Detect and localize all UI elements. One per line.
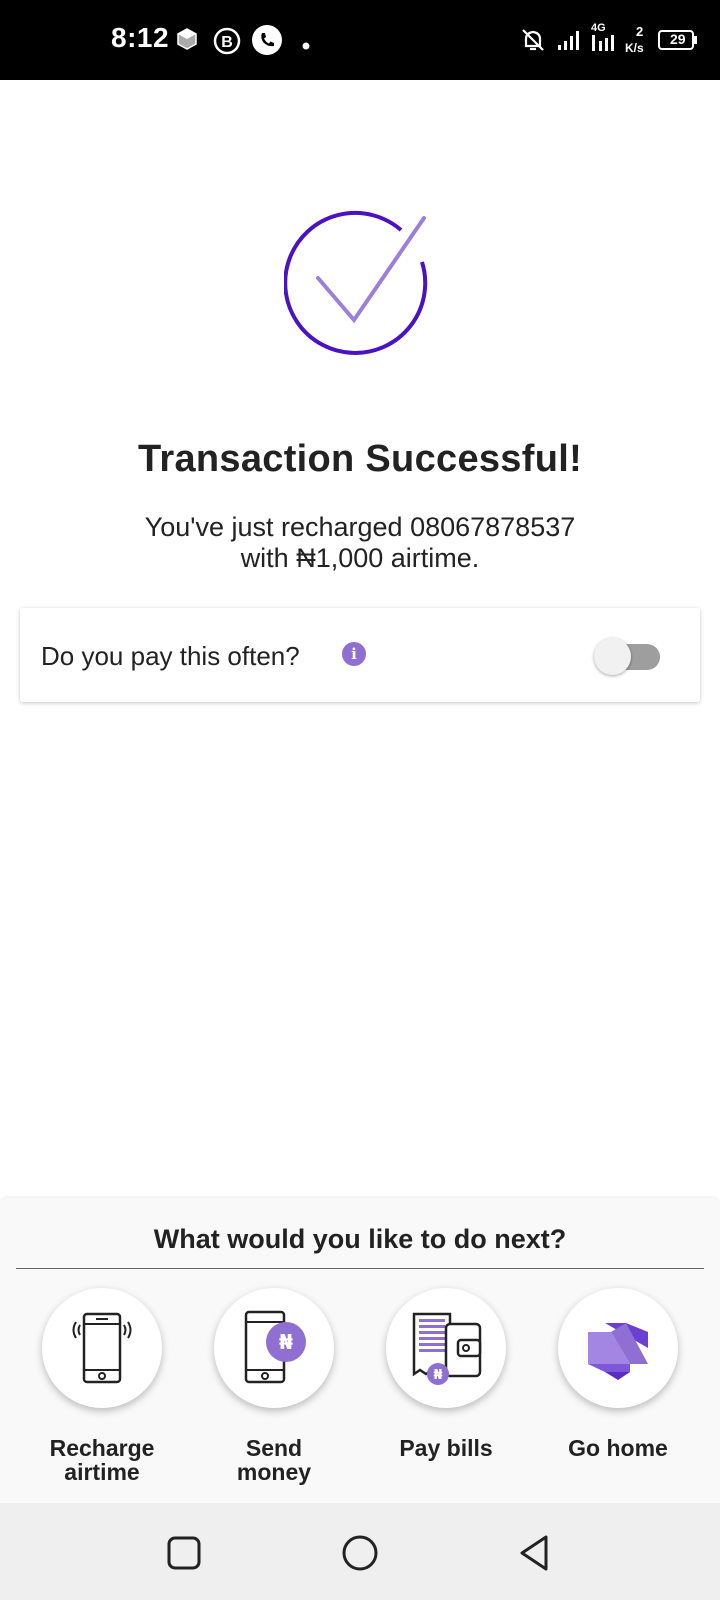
page-title: Transaction Successful!	[137, 438, 583, 480]
square-icon	[167, 1536, 201, 1570]
recurring-label: Do you pay this often?	[41, 641, 300, 671]
signal-bars-icon	[592, 35, 618, 56]
action-circle: ₦	[386, 1288, 506, 1408]
phone-airtime-icon	[72, 1312, 132, 1384]
divider	[16, 1268, 704, 1269]
status-bar: 8:12 B 4G 2 K/s 29	[0, 0, 720, 80]
message-line-1: You've just recharged 08067878537	[144, 512, 576, 542]
check-circle-icon	[283, 204, 436, 356]
signal-bars-icon	[558, 28, 586, 55]
network-type: 4G	[591, 22, 606, 34]
toggle-knob	[594, 638, 631, 675]
phone-call-icon	[251, 24, 283, 61]
info-icon[interactable]: i	[342, 642, 366, 666]
speed-unit: K/s	[625, 41, 644, 55]
recurring-payment-card: Do you pay this often? i	[20, 608, 700, 702]
app-logo-icon	[588, 1316, 648, 1380]
whatsapp-business-icon: B	[212, 26, 242, 61]
svg-text:B: B	[221, 34, 233, 51]
action-label: Send money	[236, 1435, 312, 1485]
svg-text:₦: ₦	[433, 1368, 442, 1383]
circle-icon	[342, 1535, 378, 1571]
battery-level: 29	[670, 31, 686, 47]
next-actions-title: What would you like to do next?	[153, 1224, 567, 1254]
confirmation-message: You've just recharged 08067878537 with ₦…	[0, 512, 720, 574]
home-button[interactable]	[340, 1533, 380, 1573]
back-button[interactable]	[516, 1533, 556, 1573]
action-circle: ₦	[214, 1288, 334, 1408]
mute-bell-icon	[520, 27, 546, 58]
recurring-toggle[interactable]	[594, 638, 660, 675]
notification-dot-icon	[302, 37, 310, 55]
back-triangle-icon	[520, 1535, 548, 1571]
svg-text:₦: ₦	[279, 1330, 293, 1354]
phone-naira-icon: ₦	[244, 1310, 306, 1384]
action-label: Pay bills	[399, 1435, 493, 1461]
recents-button[interactable]	[164, 1533, 204, 1573]
message-line-2: with ₦1,000 airtime.	[240, 543, 480, 573]
action-label: Go home	[568, 1435, 668, 1461]
action-label: Recharge airtime	[49, 1435, 155, 1485]
speed-value: 2	[636, 24, 644, 39]
system-nav-bar	[0, 1503, 720, 1600]
next-actions-panel: What would you like to do next? Recharge…	[0, 1198, 720, 1503]
action-circle	[42, 1288, 162, 1408]
app-cube-icon	[176, 28, 198, 55]
bill-wallet-icon: ₦	[412, 1312, 482, 1385]
status-time: 8:12	[111, 22, 170, 53]
action-circle	[558, 1288, 678, 1408]
